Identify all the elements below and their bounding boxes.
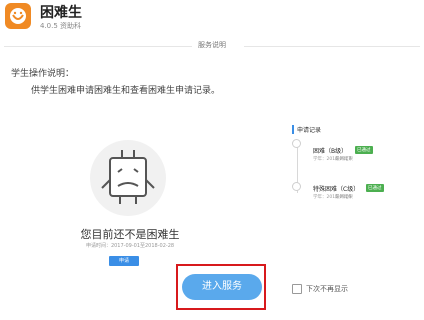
dont-show-again[interactable]: 下次不再显示 (292, 284, 348, 294)
description-text: 供学生困难申请困难生和查看困难生申请记录。 (31, 86, 221, 96)
description-title: 学生操作说明： (11, 69, 75, 79)
record-status-badge: 已通过 (355, 146, 373, 154)
enter-service-button[interactable]: 进入服务 (182, 274, 262, 300)
timeline-dot (292, 182, 301, 191)
sad-robot-icon (90, 140, 166, 216)
record-status-badge: 已通过 (366, 184, 384, 192)
record-result: 最终结果 (335, 195, 353, 200)
section-label: 服务说明 (198, 41, 226, 49)
section-divider-right (244, 46, 420, 47)
app-version: 4.0.5 资助科 (40, 22, 82, 30)
apply-period: 申请时间：2017-09-01至2018-02-28 (85, 243, 175, 249)
record-name[interactable]: 困难（B级） (313, 146, 347, 155)
app-header: 困难生 4.0.5 资助科 (0, 0, 424, 42)
records-title: 申请记录 (292, 125, 321, 134)
apply-button[interactable]: 申请 (109, 256, 139, 266)
empty-state-title: 您目前还不是困难生 (80, 228, 180, 241)
dont-show-checkbox[interactable] (292, 284, 302, 294)
app-title: 困难生 (40, 5, 82, 21)
dont-show-label: 下次不再显示 (306, 285, 348, 293)
timeline-dot (292, 139, 301, 148)
app-logo-icon (5, 3, 31, 29)
record-name[interactable]: 特殊困难（C级） (313, 184, 359, 193)
record-result: 最终结果 (335, 157, 353, 162)
